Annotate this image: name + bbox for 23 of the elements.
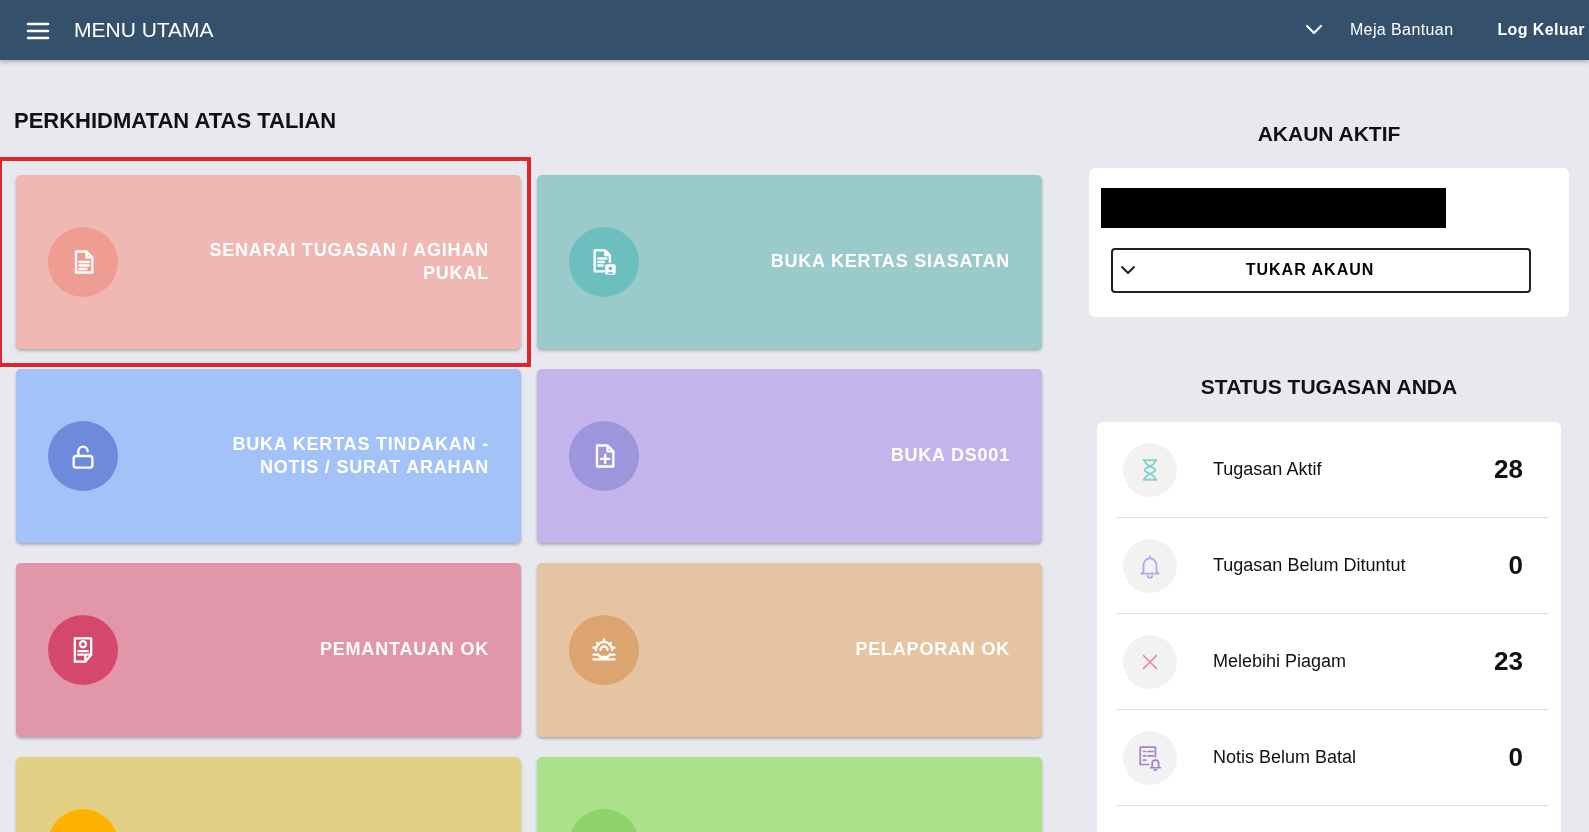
status-count: 0 — [1508, 741, 1523, 774]
service-tile[interactable]: BUKA KERTAS TINDAKAN - NOTIS / SURAT ARAHAN — [16, 369, 521, 543]
logout-link[interactable]: Log Keluar — [1497, 18, 1585, 42]
section-heading: AKAUN AKTIF — [1256, 121, 1402, 147]
service-tile[interactable]: BUKA DS001 — [537, 369, 1042, 543]
service-tile[interactable]: PELAPORAN OK — [537, 563, 1042, 737]
gear-wrench-icon — [590, 636, 618, 664]
status-label: Tugasan Belum Dituntut — [1213, 554, 1406, 577]
checklist-bell-icon — [1137, 744, 1163, 771]
status-label: Melebihi Piagam — [1213, 650, 1347, 673]
status-label: Notis Belum Batal — [1213, 746, 1357, 769]
page-title: MENU UTAMA — [74, 17, 214, 44]
section-heading: PERKHIDMATAN ATAS TALIAN — [14, 107, 338, 135]
service-tile[interactable]: PEMANTAUAN OK — [16, 563, 521, 737]
service-tile[interactable]: SENARAI TUGASAN / AGIHAN PUKAL — [16, 175, 521, 349]
status-count: 23 — [1494, 645, 1523, 678]
status-label: Tugasan Aktif — [1213, 458, 1322, 481]
service-tile[interactable]: BUKA KERTAS SIASATAN — [537, 175, 1042, 349]
switch-account-button[interactable]: TUKAR AKAUN — [1111, 247, 1531, 293]
help-desk-link[interactable]: Meja Bantuan — [1349, 18, 1454, 42]
status-count: 28 — [1494, 453, 1523, 486]
status-count: 0 — [1508, 549, 1523, 582]
section-heading: STATUS TUGASAN ANDA — [1199, 373, 1459, 400]
